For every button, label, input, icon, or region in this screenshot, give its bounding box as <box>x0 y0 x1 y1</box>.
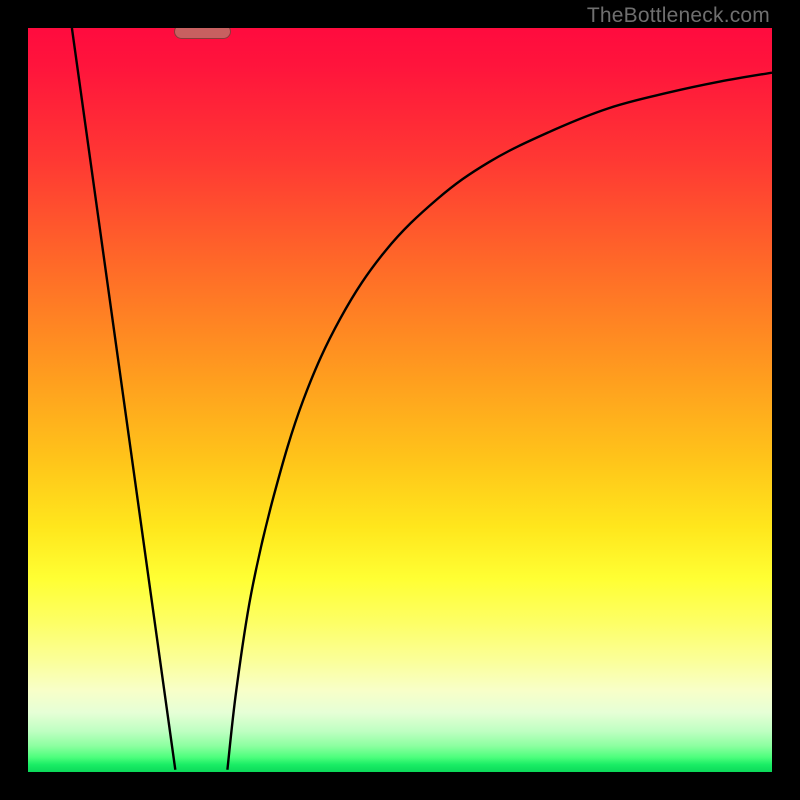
watermark-text: TheBottleneck.com <box>587 4 770 28</box>
curve-overlay <box>28 28 772 772</box>
right-curve <box>227 73 772 770</box>
left-line <box>72 28 175 770</box>
chart-frame: TheBottleneck.com <box>0 0 800 800</box>
plot-area <box>28 28 772 772</box>
